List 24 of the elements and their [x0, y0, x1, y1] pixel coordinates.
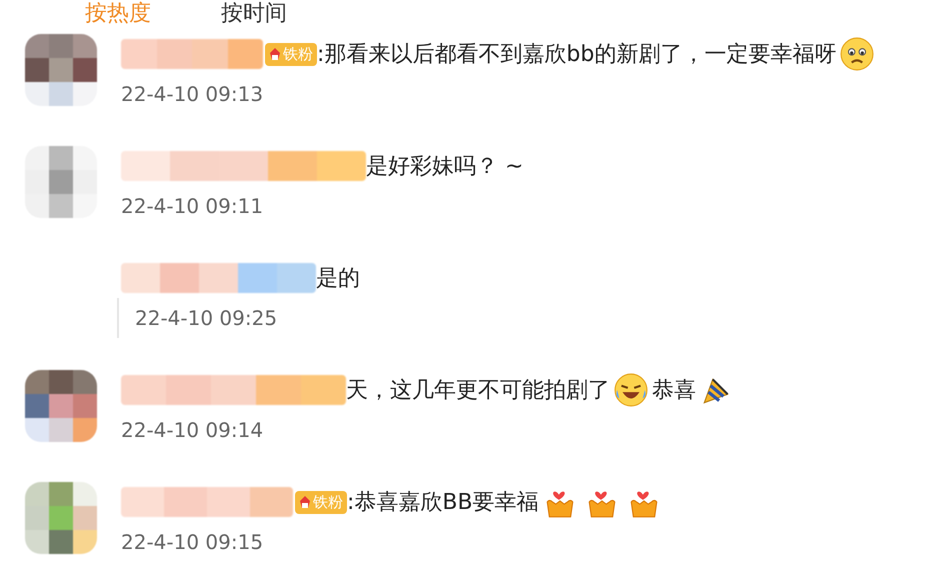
comment-text: 是好彩妹吗？ ~ [366, 153, 524, 181]
comment-text: 是的 [316, 265, 360, 293]
timestamp: 22-4-10 09:15 [121, 529, 264, 556]
timestamp: 22-4-10 09:13 [121, 81, 264, 108]
timestamp: 22-4-10 09:25 [117, 298, 360, 338]
blurred-username[interactable] [121, 375, 346, 405]
timestamp: 22-4-10 09:11 [121, 193, 264, 220]
laughing-face-icon [614, 373, 648, 407]
fan-badge: 铁粉 [265, 42, 317, 66]
avatar[interactable] [25, 370, 97, 442]
sort-tab[interactable]: 按时间 [221, 0, 287, 28]
blurred-username[interactable] [121, 487, 293, 517]
comment-text: 天，这几年更不可能拍剧了 [346, 377, 610, 405]
timestamp: 22-4-10 09:14 [121, 417, 264, 444]
comment-text: :恭喜嘉欣BB要幸福 [347, 489, 539, 517]
fan-badge: 铁粉 [295, 490, 347, 514]
sad-face-icon [840, 37, 874, 71]
comment-text: 恭喜 [652, 377, 696, 405]
blurred-username[interactable] [121, 39, 263, 69]
avatar[interactable] [25, 34, 97, 106]
comment-text: :那看来以后都看不到嘉欣bb的新剧了，一定要幸福呀 [317, 41, 836, 69]
avatar[interactable] [25, 482, 97, 554]
blurred-username[interactable] [121, 151, 366, 181]
blurred-username[interactable] [121, 263, 316, 293]
